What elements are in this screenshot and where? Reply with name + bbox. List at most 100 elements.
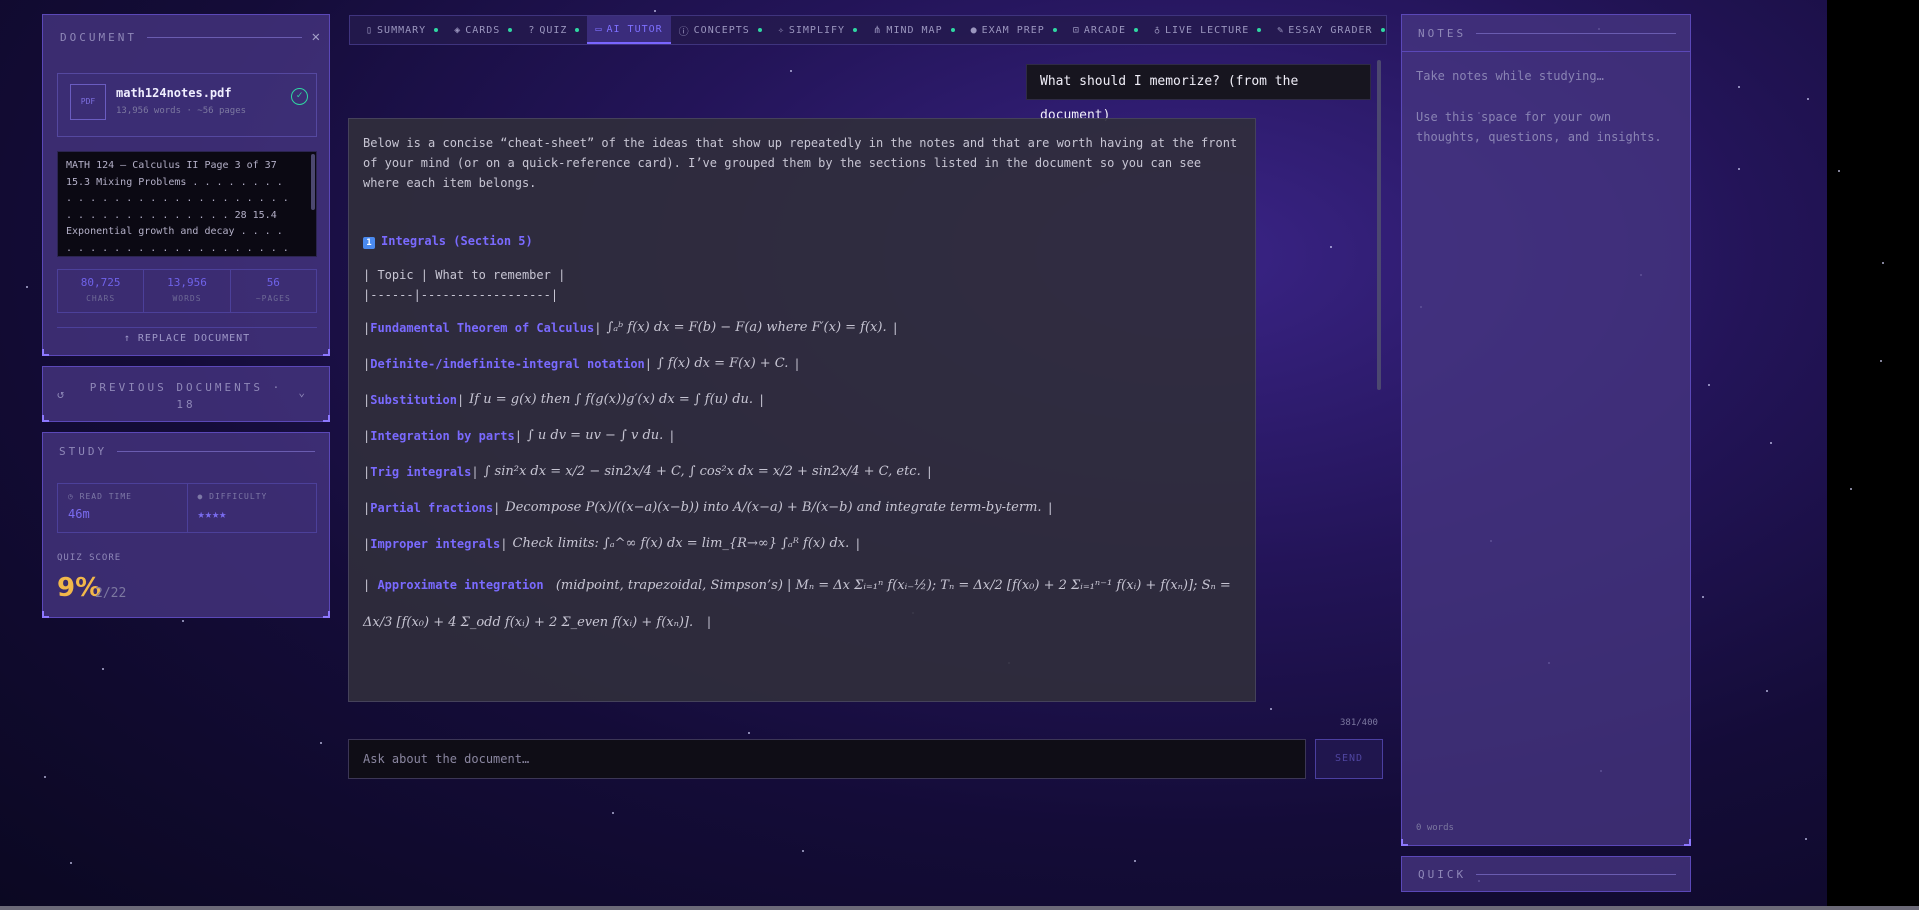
row-sep: | — [456, 393, 465, 407]
row-pipe: | — [793, 357, 801, 371]
tab-label: SIMPLIFY — [788, 24, 846, 36]
character-count: 381/400 — [1340, 718, 1378, 728]
close-icon[interactable]: ✕ — [312, 29, 320, 45]
layers-icon: ◈ — [454, 24, 462, 36]
star — [1770, 442, 1772, 444]
difficulty-stars: ★★★★ — [197, 507, 227, 521]
chevron-down-icon: ⌄ — [298, 386, 305, 399]
clock-icon: ◷ — [68, 492, 80, 501]
tab-exam-prep[interactable]: ● EXAM PREP — [963, 16, 1065, 44]
send-button[interactable]: SEND — [1315, 739, 1383, 779]
panel-corner — [1684, 839, 1691, 846]
file-card[interactable]: PDF math124notes.pdf 13,956 words · ~56 … — [57, 73, 317, 137]
tab-label: ESSAY GRADER — [1288, 24, 1373, 36]
row-pipe: | — [668, 429, 676, 443]
preview-line: Exponential growth and decay . . . . — [66, 226, 283, 237]
mic-icon: ♁ — [1153, 24, 1161, 36]
row-pipe: | — [363, 578, 378, 592]
tab-mind-map[interactable]: ⋔ MIND MAP — [865, 16, 963, 44]
read-time-label: READ TIME — [79, 492, 132, 501]
info-icon: ⓘ — [678, 26, 690, 38]
table-row: | Integration by parts | ∫ u dv = uv − ∫… — [363, 423, 1241, 449]
status-dot — [950, 28, 955, 32]
row-pipe: | — [363, 357, 371, 371]
quick-panel[interactable]: QUICK — [1401, 856, 1691, 892]
study-metrics: ◷ READ TIME 46m ● DIFFICULTY ★★★★ — [57, 483, 317, 533]
star — [44, 776, 46, 778]
stat-chars: 80,725 CHARS — [58, 270, 145, 312]
star — [1807, 98, 1809, 100]
table-row: | Improper integrals | Check limits: ∫ₐ^… — [363, 531, 1241, 557]
panel-corner — [323, 611, 330, 618]
replace-document-button[interactable]: ↑ REPLACE DOCUMENT — [57, 327, 317, 349]
preview-line: . . . . . . . . . . . . . . 28 15.4 — [66, 209, 277, 221]
table-divider: |------|------------------| — [363, 288, 559, 302]
table-row: | Definite-/indefinite-integral notation… — [363, 351, 1241, 377]
panel-corner — [42, 415, 49, 422]
star — [1702, 596, 1704, 598]
window-edge — [1827, 0, 1919, 910]
stat-value: 13,956 — [167, 276, 207, 289]
tab-label: QUIZ — [539, 24, 568, 36]
tab-ai-tutor[interactable]: ▭ AI TUTOR — [587, 16, 671, 44]
difficulty: ● DIFFICULTY ★★★★ — [188, 484, 317, 532]
quick-header: QUICK — [1418, 868, 1676, 881]
row-formula: Check limits: ∫ₐ^∞ f(x) dx = lim_{R→∞} ∫… — [512, 536, 850, 551]
panel-corner — [42, 349, 49, 356]
ask-input[interactable]: Ask about the document… — [348, 739, 1306, 779]
panel-corner — [323, 415, 330, 422]
stat-label: ~PAGES — [255, 294, 291, 303]
notes-textarea-placeholder[interactable]: Take notes while studying… — [1416, 69, 1604, 83]
preview-line: MATH 124 – Calculus II Page 3 of 37 — [66, 160, 277, 171]
preview-scrollbar[interactable] — [311, 154, 315, 210]
row-sep: | — [594, 321, 602, 335]
stat-pages: 56 ~PAGES — [231, 270, 316, 312]
star — [612, 812, 614, 814]
stat-label: WORDS — [172, 294, 202, 303]
row-pipe: | — [363, 465, 371, 479]
tab-essay-grader[interactable]: ✎ ESSAY GRADER — [1269, 16, 1392, 44]
row-sep: | — [500, 537, 508, 551]
study-panel: STUDY ◷ READ TIME 46m ● DIFFICULTY ★★★★ … — [42, 432, 330, 618]
panel-corner — [42, 611, 49, 618]
tab-arcade[interactable]: ⊡ ARCADE — [1065, 16, 1146, 44]
tab-summary[interactable]: ▯ SUMMARY — [358, 16, 446, 44]
tab-quiz[interactable]: ? QUIZ — [520, 16, 587, 44]
row-formula: If u = g(x) then ∫ f(g(x))g′(x) dx = ∫ f… — [469, 392, 754, 407]
circle-icon: ● — [970, 24, 978, 36]
row-pipe: | — [363, 537, 371, 551]
section-heading-text: Integrals (Section 5) — [381, 234, 533, 248]
header-rule — [117, 451, 315, 452]
notes-textarea-hint[interactable]: Use this space for your own thoughts, qu… — [1416, 107, 1681, 147]
pen-icon: ✎ — [1277, 24, 1285, 36]
answer-rows: | Fundamental Theorem of Calculus | ∫ₐᵇ … — [363, 315, 1241, 641]
tab-cards[interactable]: ◈ CARDS — [446, 16, 520, 44]
row-topic: Definite-/indefinite-integral notation — [370, 357, 645, 371]
star — [1882, 262, 1884, 264]
chat-scrollbar[interactable] — [1377, 60, 1381, 390]
file-name: math124notes.pdf — [116, 86, 232, 100]
status-dot — [853, 28, 858, 32]
document-stats: 80,725 CHARS 13,956 WORDS 56 ~PAGES — [57, 269, 317, 313]
table-header: | Topic | What to remember | — [363, 268, 566, 282]
tab-label: ARCADE — [1083, 24, 1126, 36]
star — [1134, 860, 1136, 862]
row-topic: Partial fractions — [370, 501, 494, 515]
header-rule — [1476, 874, 1676, 875]
tab-concepts[interactable]: ⓘ CONCEPTS — [671, 16, 770, 44]
row-topic: Improper integrals — [370, 537, 501, 551]
file-meta: 13,956 words · ~56 pages — [116, 106, 247, 116]
row-pipe: | — [1046, 501, 1054, 515]
tab-simplify[interactable]: ✧ SIMPLIFY — [770, 16, 865, 44]
preview-line: 15.3 Mixing Problems . . . . . . . . — [66, 176, 283, 188]
previous-documents-toggle[interactable]: ↺ PREVIOUS DOCUMENTS · 18 ⌄ — [42, 366, 330, 422]
document-preview[interactable]: MATH 124 – Calculus II Page 3 of 37 15.3… — [57, 151, 317, 257]
stat-value: 56 — [266, 276, 280, 289]
chat-icon: ▭ — [595, 23, 603, 35]
table-row: | Trig integrals | ∫ sin²x dx = x/2 − si… — [363, 459, 1241, 485]
tab-label: CARDS — [465, 24, 501, 36]
row-pipe: | — [854, 537, 862, 551]
star — [1880, 360, 1882, 362]
tab-live-lecture[interactable]: ♁ LIVE LECTURE — [1146, 16, 1269, 44]
star — [26, 286, 28, 288]
